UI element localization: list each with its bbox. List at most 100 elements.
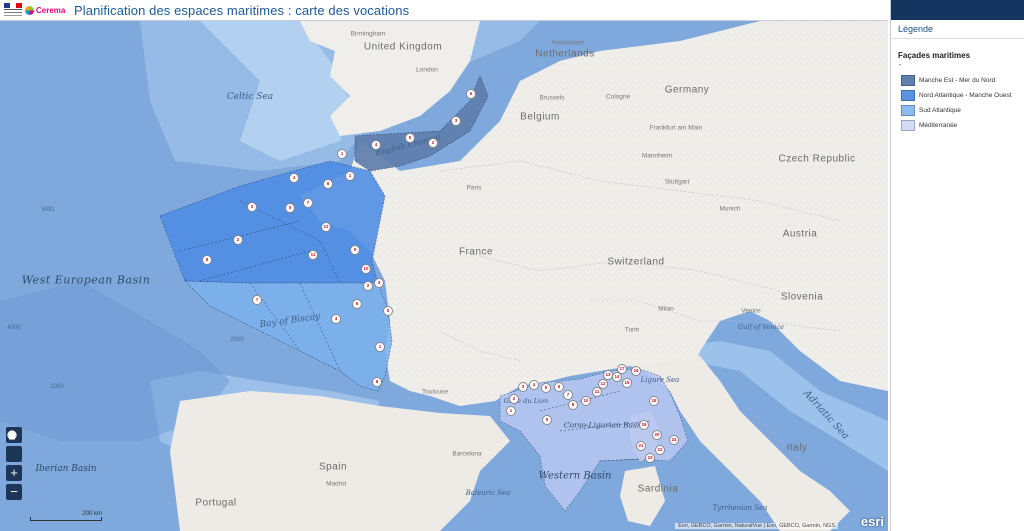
zone-number-marker[interactable]: 8 [202,255,212,265]
zone-number-marker[interactable]: 18 [649,396,659,406]
label-mannheim: Mannheim [641,152,673,160]
label-munich: Munich [719,205,741,213]
label-gulf-of-venice: Gulf of Venice [737,323,785,331]
label-switzerland: Switzerland [607,256,665,268]
app-title: Planification des espaces maritimes : ca… [74,2,410,18]
zone-number-marker[interactable]: 2 [233,235,243,245]
zone-number-marker[interactable]: 9 [542,415,552,425]
legend-panel-title: Légende [891,20,1024,39]
legend-top-bar [891,0,1024,20]
zone-number-marker[interactable]: 3 [247,202,257,212]
scale-label: 200 km [82,511,102,517]
label-corso-ligurian-basin: Corso-Ligurian Basin [563,420,645,430]
legend-swatch [901,105,915,116]
zoom-out-button[interactable]: − [6,484,22,500]
home-icon [7,430,17,440]
legend-panel: Légende Façades maritimes - Manche Est -… [890,0,1024,531]
zone-number-marker[interactable]: 6 [466,89,476,99]
zone-number-marker[interactable]: 6 [323,179,333,189]
label-tyrrhenian-sea: Tyrrhenian Sea [712,504,768,512]
zone-number-marker[interactable]: 1 [506,406,516,416]
zone-number-marker[interactable]: 3 [451,116,461,126]
legend-layer-subtitle: - [899,62,902,69]
scale-bar: 200 km [30,511,102,522]
label-stuttgart: Stuttgart [664,178,690,186]
depth-label: 1000 [50,384,64,390]
label-germany: Germany [664,84,710,96]
zone-number-marker[interactable]: 6 [554,382,564,392]
zone-number-marker[interactable]: 2 [509,394,519,404]
cerema-logo-text: Cerema [36,5,66,15]
zone-number-marker[interactable]: 6 [352,299,362,309]
map-view[interactable]: United Kingdom Netherlands Germany Belgi… [0,21,888,531]
zone-number-marker[interactable]: 11 [308,250,318,260]
zone-number-marker[interactable]: 7 [252,295,262,305]
zone-number-marker[interactable]: 15 [622,378,632,388]
zone-number-marker[interactable]: 10 [581,396,591,406]
label-frankfurt: Frankfurt am Main [649,124,703,132]
label-celtic-sea: Celtic Sea [226,92,274,102]
legend-item-label: Nord Atlantique - Manche Ouest [919,92,1012,99]
zone-number-marker[interactable]: 20 [652,430,662,440]
label-turin: Turin [624,326,640,334]
zone-number-marker[interactable]: 1 [375,342,385,352]
zone-number-marker[interactable]: 7 [563,390,573,400]
zone-number-marker[interactable]: 5 [405,133,415,143]
zone-number-marker[interactable]: 4 [331,314,341,324]
label-czech-republic: Czech Republic [778,153,856,165]
label-toulouse: Toulouse [421,388,449,396]
zone-number-marker[interactable]: 3 [518,382,528,392]
depth-label: 2000 [230,337,244,343]
zone-number-marker[interactable]: 9 [350,245,360,255]
label-paris: Paris [466,184,482,192]
zone-number-marker[interactable]: 23 [645,453,655,463]
label-spain: Spain [318,461,348,473]
zone-number-marker[interactable]: 2 [363,281,373,291]
zone-number-marker[interactable]: 5 [285,203,295,213]
label-france: France [458,246,494,258]
zone-number-marker[interactable]: 19 [639,420,649,430]
label-milan: Milan [658,305,674,313]
zone-number-marker[interactable]: 12 [598,379,608,389]
scale-bar-line [30,517,102,521]
legend-swatch [901,75,915,86]
republique-francaise-logo [4,2,22,18]
zone-number-marker[interactable]: 10 [361,264,371,274]
zone-number-marker[interactable]: 24 [669,435,679,445]
label-netherlands: Netherlands [535,48,595,60]
zone-number-marker[interactable]: 5 [383,306,393,316]
legend-item-label: Manche Est - Mer du Nord [919,77,996,84]
zone-number-marker[interactable]: 5 [541,383,551,393]
label-western-basin: Western Basin [538,470,612,482]
depth-label: 4000 [7,325,21,331]
zone-number-marker[interactable]: 22 [655,445,665,455]
label-united-kingdom: United Kingdom [363,41,443,53]
zone-number-marker[interactable]: 4 [529,380,539,390]
label-venice: Venice [741,307,761,315]
label-barcelona: Barcelona [452,450,482,458]
depth-label: 5091 [41,207,55,213]
zone-number-marker[interactable]: 8 [568,400,578,410]
zone-number-marker[interactable]: 3 [374,278,384,288]
label-italy: Italy [786,442,808,454]
label-ligure-sea: Ligure Sea [640,376,680,384]
zone-number-marker[interactable]: 17 [617,364,627,374]
label-birmingham: Birmingham [350,30,386,38]
zone-number-marker[interactable]: 2 [428,138,438,148]
map-attribution[interactable]: Esri, GEBCO, Garmin, NaturalVue | Esri, … [675,523,838,529]
label-slovenia: Slovenia [780,291,824,303]
zone-number-marker[interactable]: 1 [345,171,355,181]
zone-number-marker[interactable]: 21 [636,441,646,451]
zone-number-marker[interactable]: 12 [321,222,331,232]
zone-number-marker[interactable]: 16 [631,366,641,376]
legend-swatch [901,90,915,101]
zone-number-marker[interactable]: 8 [372,377,382,387]
zone-number-marker[interactable]: 4 [289,173,299,183]
home-button[interactable] [6,430,22,462]
esri-logo[interactable]: esri [861,514,884,529]
zone-number-marker[interactable]: 1 [337,149,347,159]
zone-number-marker[interactable]: 7 [303,198,313,208]
legend-item-manche-est: Manche Est - Mer du Nord [891,73,1024,88]
zone-number-marker[interactable]: 4 [371,140,381,150]
zoom-in-button[interactable]: + [6,465,22,481]
